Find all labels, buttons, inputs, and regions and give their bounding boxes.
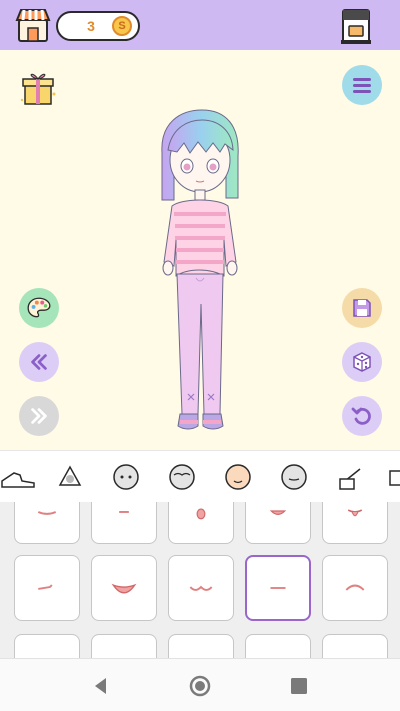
- mouth-option-tile[interactable]: [322, 555, 388, 621]
- mouth-option-tile[interactable]: [14, 502, 80, 544]
- coffee-machine-icon[interactable]: [336, 6, 376, 46]
- undo-button[interactable]: [342, 396, 382, 436]
- rewind-button[interactable]: [19, 342, 59, 382]
- bangs-category-icon[interactable]: [164, 459, 200, 495]
- mouth-option-tile[interactable]: [245, 634, 311, 658]
- hair-back-category-icon[interactable]: [52, 459, 88, 495]
- mouth-option-tile[interactable]: [322, 634, 388, 658]
- forward-icon: [31, 408, 47, 424]
- undo-icon: [351, 407, 371, 425]
- skin-category-icon[interactable]: [220, 459, 256, 495]
- mouth-option-tile[interactable]: [14, 634, 80, 658]
- home-icon[interactable]: [187, 673, 213, 699]
- mouth-option-tile-selected[interactable]: [245, 555, 311, 621]
- mouth-option-tile[interactable]: [168, 555, 234, 621]
- palette-button[interactable]: [19, 288, 59, 328]
- mouth-option-tile[interactable]: [168, 634, 234, 658]
- system-navigation-bar: [0, 658, 400, 711]
- dice-icon: [353, 352, 371, 372]
- top-bar: 3 S: [0, 0, 400, 50]
- accessory-category-icon[interactable]: [332, 459, 368, 495]
- gift-icon[interactable]: [18, 68, 58, 108]
- palette-icon: [27, 297, 51, 318]
- extra-category-icon[interactable]: [384, 459, 400, 495]
- face-category-icon[interactable]: [108, 459, 144, 495]
- coin-count: 3: [87, 18, 95, 34]
- back-icon[interactable]: [88, 673, 114, 699]
- mouth-option-tile[interactable]: [91, 555, 157, 621]
- rewind-icon: [31, 354, 47, 370]
- save-button[interactable]: [342, 288, 382, 328]
- shoes-category-icon[interactable]: [0, 459, 36, 495]
- forward-button[interactable]: [19, 396, 59, 436]
- mouth-option-tile[interactable]: [91, 502, 157, 544]
- character-stage: [0, 50, 400, 450]
- coin-icon: S: [112, 16, 132, 36]
- mouth-option-tile[interactable]: [245, 502, 311, 544]
- coin-counter[interactable]: 3 S: [56, 11, 140, 41]
- mouth-option-tile[interactable]: [91, 634, 157, 658]
- mouth-option-tile[interactable]: [322, 502, 388, 544]
- save-icon: [353, 299, 371, 317]
- mouth-category-icon[interactable]: [276, 459, 312, 495]
- mouth-options-grid: [0, 502, 400, 658]
- shop-icon[interactable]: [14, 6, 52, 44]
- category-bar: [0, 450, 400, 502]
- menu-icon: [353, 78, 371, 93]
- menu-button[interactable]: [342, 65, 382, 105]
- recents-icon[interactable]: [286, 673, 312, 699]
- random-button[interactable]: [342, 342, 382, 382]
- character-preview: [140, 108, 260, 438]
- mouth-option-tile[interactable]: [168, 502, 234, 544]
- mouth-option-tile[interactable]: [14, 555, 80, 621]
